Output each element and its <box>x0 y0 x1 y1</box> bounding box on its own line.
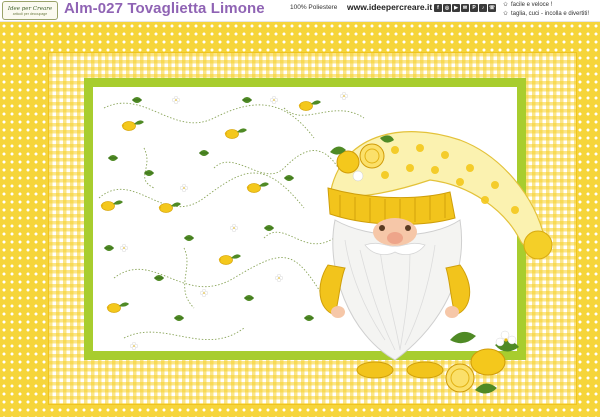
star-icon: ✩ <box>502 11 509 17</box>
pinterest-icon[interactable]: P <box>470 4 478 12</box>
feature-text: facile e veloce ! <box>511 1 553 8</box>
header-bar: Idee per Creare articoli per decoupage A… <box>0 0 600 22</box>
youtube-icon[interactable]: ▶ <box>452 4 460 12</box>
whatsapp-icon[interactable]: ☏ <box>488 4 496 12</box>
feature-text: taglia, cuci - incolla e divertiti! <box>511 10 590 17</box>
lemon-icon <box>470 348 506 376</box>
star-icon: ✩ <box>502 2 509 8</box>
social-icons: f ◎ ▶ ✉ P ♪ ☏ <box>434 4 496 12</box>
material-label: 100% Poliestere <box>290 4 338 11</box>
instagram-icon[interactable]: ◎ <box>443 4 451 12</box>
email-icon[interactable]: ✉ <box>461 4 469 12</box>
product-title: Alm-027 Tovaglietta Limone <box>64 0 265 17</box>
facebook-icon[interactable]: f <box>434 4 442 12</box>
brand-logo[interactable]: Idee per Creare articoli per decoupage <box>2 1 58 20</box>
feature-item: ✩ facile e veloce ! <box>502 0 600 9</box>
website-link[interactable]: www.ideepercreare.it <box>347 2 432 12</box>
tiktok-icon[interactable]: ♪ <box>479 4 487 12</box>
pompom-icon <box>523 230 553 260</box>
feature-list: ✩ facile e veloce ! ✩ taglia, cuci - inc… <box>502 0 600 18</box>
gnome-illustration <box>319 131 553 394</box>
feature-item: ✩ taglia, cuci - incolla e divertiti! <box>502 9 600 18</box>
logo-text-sub: articoli per decoupage <box>12 11 48 16</box>
